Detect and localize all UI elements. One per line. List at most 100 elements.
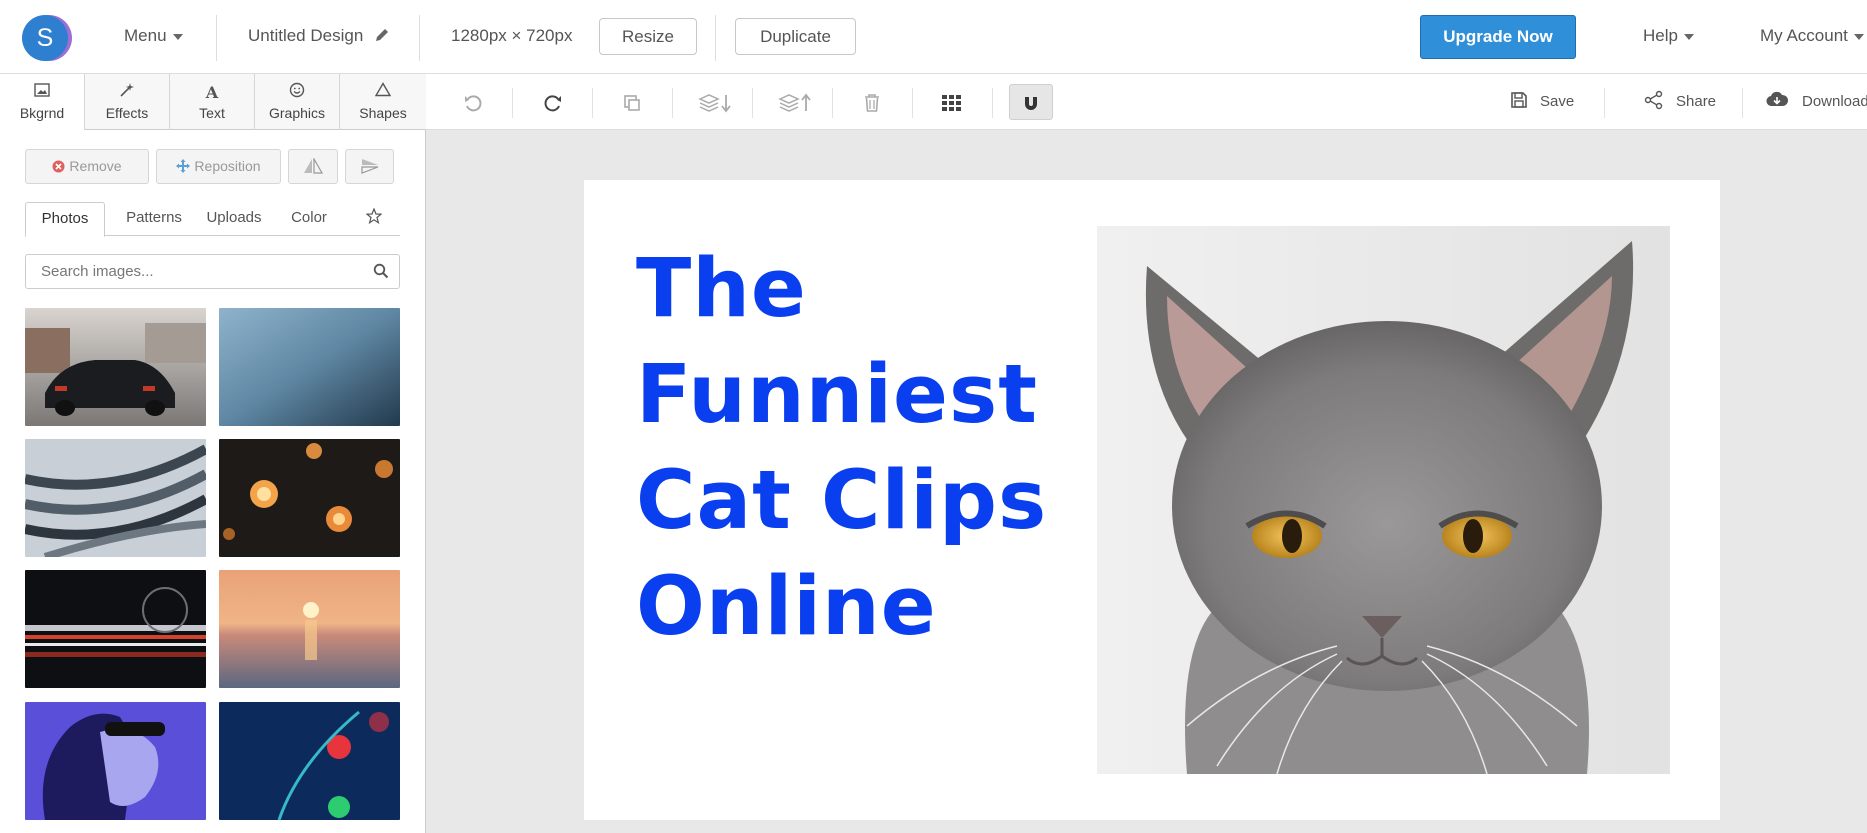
save-label: Save	[1540, 93, 1575, 110]
redo-icon	[544, 95, 561, 112]
headline-line: Funniest	[636, 348, 1038, 442]
account-label: My Account	[1760, 26, 1848, 45]
cat-photo[interactable]	[1097, 226, 1670, 774]
divider	[592, 88, 593, 118]
share-icon	[1644, 90, 1663, 110]
flip-horizontal-icon	[304, 156, 324, 174]
workspace: The Funniest Cat Clips Online	[426, 130, 1867, 833]
divider	[419, 15, 420, 61]
text-icon: A	[205, 83, 219, 102]
tab-label: Shapes	[359, 105, 407, 121]
tab-favorites[interactable]	[359, 202, 389, 236]
background-panel: Remove Reposition Photos Patterns Upload…	[0, 130, 426, 833]
upgrade-now-button[interactable]: Upgrade Now	[1420, 15, 1576, 59]
help-dropdown[interactable]: Help	[1643, 0, 1694, 74]
star-icon	[365, 207, 383, 225]
flip-horizontal-button[interactable]	[288, 149, 338, 184]
remove-button[interactable]: Remove	[25, 149, 149, 184]
photo-thumbnail[interactable]	[219, 702, 400, 820]
car-photo	[25, 308, 206, 426]
grid-icon	[942, 94, 961, 111]
logo-letter: S	[36, 24, 54, 52]
architecture-photo	[25, 439, 206, 557]
menu-label: Menu	[124, 26, 167, 45]
headline-line: The	[636, 242, 807, 336]
divider	[512, 88, 513, 118]
duplicate-element-button[interactable]	[610, 84, 654, 120]
tab-label: Effects	[105, 105, 149, 121]
divider	[672, 88, 673, 118]
duplicate-icon	[624, 94, 640, 111]
search-icon[interactable]	[373, 263, 389, 279]
photo-thumbnail[interactable]	[25, 308, 206, 426]
tab-background[interactable]: Bkgrnd	[0, 74, 85, 131]
snap-magnet-icon	[1025, 96, 1037, 110]
resize-button[interactable]: Resize	[599, 18, 697, 55]
chevron-down-icon	[172, 33, 183, 40]
tab-uploads[interactable]: Uploads	[199, 202, 269, 236]
share-button[interactable]: Share	[1644, 74, 1716, 130]
tab-photos[interactable]: Photos	[25, 202, 105, 237]
tab-shapes[interactable]: Shapes	[340, 74, 426, 130]
photo-thumbnail[interactable]	[219, 570, 400, 688]
tab-label: Graphics	[268, 105, 326, 121]
search-input[interactable]	[26, 255, 361, 288]
headline-text[interactable]: The Funniest Cat Clips Online	[636, 236, 1076, 660]
redo-button[interactable]	[531, 84, 575, 120]
save-icon	[1511, 92, 1527, 108]
save-button[interactable]: Save	[1510, 74, 1574, 130]
top-bar: S Menu Untitled Design 1280px × 720px Re…	[0, 0, 1867, 74]
reposition-button[interactable]: Reposition	[156, 149, 281, 184]
tab-text[interactable]: A Text	[170, 74, 255, 130]
tab-label: Bkgrnd	[19, 105, 65, 121]
my-account-dropdown[interactable]: My Account	[1760, 0, 1864, 74]
flip-vertical-button[interactable]	[345, 149, 394, 184]
image-search	[25, 254, 400, 289]
divider	[752, 88, 753, 118]
tab-effects[interactable]: Effects	[85, 74, 170, 130]
chevron-down-icon	[1853, 33, 1864, 40]
grid-button[interactable]	[930, 84, 974, 120]
photo-thumbnail[interactable]	[219, 439, 400, 557]
undo-icon	[465, 95, 482, 112]
design-title[interactable]: Untitled Design	[248, 0, 390, 74]
headline-line: Online	[636, 560, 937, 654]
image-source-tabs: Photos Patterns Uploads Color	[25, 202, 400, 237]
photo-thumbnail[interactable]	[219, 308, 400, 426]
help-label: Help	[1643, 26, 1678, 45]
cat-image	[1097, 226, 1670, 774]
undo-button[interactable]	[451, 84, 495, 120]
bring-forward-button[interactable]	[771, 84, 821, 120]
reposition-label: Reposition	[194, 158, 261, 174]
chevron-down-icon	[1683, 33, 1694, 40]
delete-button[interactable]	[850, 84, 894, 120]
blue-gradient-photo	[219, 308, 400, 426]
photo-thumbnail[interactable]	[25, 439, 206, 557]
divider	[1742, 88, 1743, 118]
design-canvas[interactable]: The Funniest Cat Clips Online	[584, 180, 1720, 820]
snap-toggle-button[interactable]	[1009, 84, 1053, 120]
divider	[715, 15, 716, 61]
portrait-photo	[25, 702, 206, 820]
tab-patterns[interactable]: Patterns	[115, 202, 193, 236]
flip-vertical-icon	[360, 159, 378, 174]
neon-bokeh-photo	[219, 702, 400, 820]
photo-thumbnail[interactable]	[25, 702, 206, 820]
tab-color[interactable]: Color	[283, 202, 335, 236]
pencil-icon	[376, 29, 389, 41]
smiley-icon	[255, 82, 339, 104]
tab-label: Text	[199, 105, 225, 121]
app-logo[interactable]: S	[22, 15, 68, 61]
menu-dropdown[interactable]: Menu	[124, 0, 183, 74]
tab-graphics[interactable]: Graphics	[255, 74, 340, 130]
remove-icon	[52, 160, 65, 173]
magic-wand-icon	[85, 82, 169, 104]
duplicate-button[interactable]: Duplicate	[735, 18, 856, 55]
design-title-text: Untitled Design	[248, 26, 364, 45]
remove-label: Remove	[69, 158, 122, 174]
image-icon	[0, 82, 84, 104]
send-backward-button[interactable]	[691, 84, 741, 120]
headline-line: Cat Clips	[636, 454, 1048, 548]
photo-thumbnail[interactable]	[25, 570, 206, 688]
download-button[interactable]: Download	[1766, 74, 1867, 130]
